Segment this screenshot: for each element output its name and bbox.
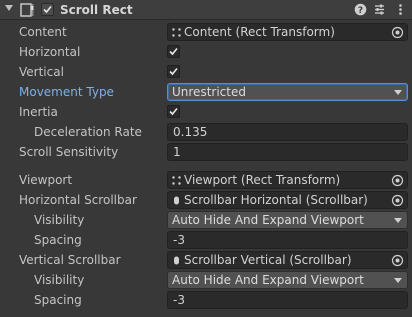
scroll-rect-icon <box>20 3 34 17</box>
vertical-visibility-label: Visibility <box>34 273 85 287</box>
deceleration-rate-value: 0.135 <box>173 125 208 139</box>
component-enabled-checkbox[interactable] <box>41 3 54 16</box>
vertical-scrollbar-value: Scrollbar Vertical (Scrollbar) <box>184 253 352 267</box>
movement-type-value: Unrestricted <box>172 85 246 99</box>
horizontal-visibility-dropdown[interactable]: Auto Hide And Expand Viewport <box>167 211 408 229</box>
scroll-sensitivity-input[interactable]: 1 <box>167 143 408 161</box>
horizontal-checkbox[interactable] <box>167 45 180 58</box>
viewport-row: Viewport Viewport (Rect Transform) <box>0 170 412 190</box>
object-picker-icon[interactable] <box>391 26 404 39</box>
horizontal-scrollbar-value: Scrollbar Horizontal (Scrollbar) <box>184 193 368 207</box>
vertical-row: Vertical <box>0 62 412 82</box>
inertia-checkbox[interactable] <box>167 105 180 118</box>
scrollbar-icon <box>174 196 179 205</box>
horizontal-spacing-label: Spacing <box>34 233 82 247</box>
content-row: Content Content (Rect Transform) <box>0 22 412 42</box>
movement-type-row: Movement Type Unrestricted <box>0 82 412 102</box>
horizontal-scrollbar-row: Horizontal Scrollbar Scrollbar Horizonta… <box>0 190 412 210</box>
deceleration-rate-label: Deceleration Rate <box>34 125 142 139</box>
scrollbar-icon <box>174 256 179 265</box>
checkmark-icon <box>169 47 178 56</box>
chevron-down-icon <box>394 90 402 95</box>
help-icon[interactable]: ? <box>354 3 367 16</box>
scroll-sensitivity-row: Scroll Sensitivity 1 <box>0 142 412 162</box>
horizontal-spacing-row: Spacing -3 <box>0 230 412 250</box>
vertical-spacing-value: -3 <box>173 293 185 307</box>
vertical-label: Vertical <box>19 65 64 79</box>
inertia-row: Inertia <box>0 102 412 122</box>
vertical-visibility-value: Auto Hide And Expand Viewport <box>172 273 364 287</box>
horizontal-visibility-label: Visibility <box>34 213 85 227</box>
horizontal-label: Horizontal <box>19 45 81 59</box>
component-title: Scroll Rect <box>60 3 133 17</box>
vertical-scrollbar-label: Vertical Scrollbar <box>19 253 121 267</box>
inertia-label: Inertia <box>19 105 58 119</box>
deceleration-rate-input[interactable]: 0.135 <box>167 123 408 141</box>
viewport-value: Viewport (Rect Transform) <box>184 173 341 187</box>
chevron-down-icon <box>394 218 402 223</box>
content-object-field[interactable]: Content (Rect Transform) <box>167 23 408 41</box>
vertical-spacing-input[interactable]: -3 <box>167 291 408 309</box>
horizontal-visibility-row: Visibility Auto Hide And Expand Viewport <box>0 210 412 230</box>
movement-type-label: Movement Type <box>19 85 114 99</box>
object-picker-icon[interactable] <box>391 194 404 207</box>
deceleration-rate-row: Deceleration Rate 0.135 <box>0 122 412 142</box>
horizontal-spacing-value: -3 <box>173 233 185 247</box>
checkmark-icon <box>169 107 178 116</box>
checkmark-icon <box>169 67 178 76</box>
object-picker-icon[interactable] <box>391 254 404 267</box>
horizontal-spacing-input[interactable]: -3 <box>167 231 408 249</box>
viewport-object-field[interactable]: Viewport (Rect Transform) <box>167 171 408 189</box>
vertical-scrollbar-object-field[interactable]: Scrollbar Vertical (Scrollbar) <box>167 251 408 269</box>
vertical-visibility-dropdown[interactable]: Auto Hide And Expand Viewport <box>167 271 408 289</box>
checkmark-icon <box>43 5 52 14</box>
chevron-down-icon <box>394 278 402 283</box>
horizontal-scrollbar-label: Horizontal Scrollbar <box>19 193 137 207</box>
content-label: Content <box>19 25 67 39</box>
movement-type-dropdown[interactable]: Unrestricted <box>167 83 408 101</box>
vertical-spacing-label: Spacing <box>34 293 82 307</box>
preset-icon[interactable] <box>373 3 386 16</box>
vertical-checkbox[interactable] <box>167 65 180 78</box>
scroll-sensitivity-label: Scroll Sensitivity <box>19 145 119 159</box>
viewport-label: Viewport <box>19 173 73 187</box>
scroll-sensitivity-value: 1 <box>173 145 181 159</box>
horizontal-visibility-value: Auto Hide And Expand Viewport <box>172 213 364 227</box>
component-header: Scroll Rect ? <box>0 0 412 20</box>
svg-text:?: ? <box>358 6 363 16</box>
vertical-spacing-row: Spacing -3 <box>0 290 412 310</box>
vertical-visibility-row: Visibility Auto Hide And Expand Viewport <box>0 270 412 290</box>
foldout-arrow-icon[interactable] <box>5 5 13 11</box>
horizontal-scrollbar-object-field[interactable]: Scrollbar Horizontal (Scrollbar) <box>167 191 408 209</box>
rect-transform-icon <box>172 28 181 37</box>
vertical-scrollbar-row: Vertical Scrollbar Scrollbar Vertical (S… <box>0 250 412 270</box>
horizontal-row: Horizontal <box>0 42 412 62</box>
object-picker-icon[interactable] <box>391 174 404 187</box>
content-value: Content (Rect Transform) <box>184 25 335 39</box>
rect-transform-icon <box>172 176 181 185</box>
context-menu-icon[interactable] <box>394 3 407 16</box>
